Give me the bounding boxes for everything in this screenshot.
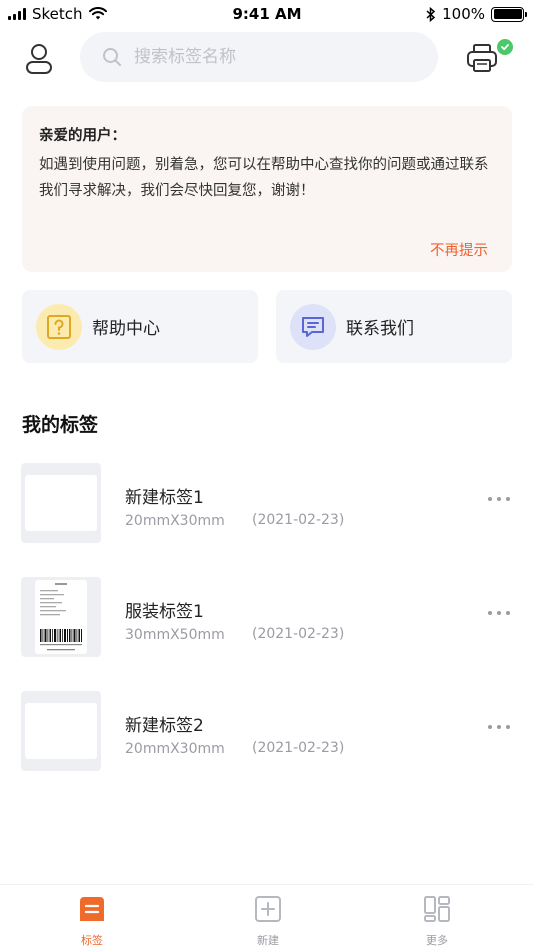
label-name: 新建标签2 bbox=[125, 716, 204, 736]
battery-percent: 100% bbox=[442, 5, 485, 23]
help-center-button[interactable]: 帮助中心 bbox=[22, 290, 258, 363]
label-thumbnail bbox=[21, 691, 101, 771]
tab-label: 更多 bbox=[426, 934, 448, 947]
top-bar bbox=[0, 28, 534, 88]
printer-icon[interactable] bbox=[464, 40, 500, 76]
section-title: 我的标签 bbox=[22, 414, 99, 436]
connected-check-icon bbox=[497, 39, 513, 55]
help-center-label: 帮助中心 bbox=[92, 319, 160, 339]
label-thumbnail bbox=[21, 577, 101, 657]
plus-square-icon bbox=[255, 896, 281, 922]
contact-us-label: 联系我们 bbox=[346, 319, 414, 339]
status-right: 100% bbox=[426, 5, 527, 23]
more-options-icon[interactable] bbox=[488, 611, 510, 615]
help-icon bbox=[36, 303, 82, 350]
label-date: (2021-02-23) bbox=[252, 512, 345, 528]
search-icon bbox=[103, 48, 121, 66]
grid-icon bbox=[424, 896, 450, 922]
tab-bar: 标签 新建 更多 bbox=[0, 884, 534, 950]
label-size: 30mmX50mm bbox=[125, 627, 225, 643]
tab-new[interactable]: 新建 bbox=[238, 895, 298, 948]
tab-label: 标签 bbox=[81, 934, 103, 947]
notice-card: 亲爱的用户： 如遇到使用问题，别着急，您可以在帮助中心查找你的问题或通过联系我们… bbox=[22, 106, 512, 272]
bluetooth-icon bbox=[426, 6, 436, 22]
tab-labels[interactable]: 标签 bbox=[62, 895, 122, 948]
search-input[interactable] bbox=[134, 47, 384, 67]
label-item[interactable]: 新建标签1 20mmX30mm (2021-02-23) bbox=[0, 463, 534, 545]
label-thumbnail bbox=[21, 463, 101, 543]
more-options-icon[interactable] bbox=[488, 725, 510, 729]
label-size: 20mmX30mm bbox=[125, 741, 225, 757]
notice-title: 亲爱的用户： bbox=[39, 128, 126, 144]
contact-us-button[interactable]: 联系我们 bbox=[276, 290, 512, 363]
label-name: 服装标签1 bbox=[125, 602, 204, 622]
label-size: 20mmX30mm bbox=[125, 513, 225, 529]
label-item[interactable]: 服装标签1 30mmX50mm (2021-02-23) bbox=[0, 577, 534, 659]
label-date: (2021-02-23) bbox=[252, 626, 345, 642]
tab-more[interactable]: 更多 bbox=[407, 895, 467, 948]
tab-label: 新建 bbox=[257, 934, 279, 947]
user-icon[interactable] bbox=[22, 42, 56, 76]
label-item[interactable]: 新建标签2 20mmX30mm (2021-02-23) bbox=[0, 691, 534, 773]
message-icon bbox=[290, 303, 336, 350]
status-bar: Sketch 9:41 AM 100% bbox=[0, 0, 534, 28]
search-bar[interactable] bbox=[80, 32, 438, 82]
more-options-icon[interactable] bbox=[488, 497, 510, 501]
label-icon bbox=[80, 897, 104, 921]
notice-body: 如遇到使用问题，别着急，您可以在帮助中心查找你的问题或通过联系我们寻求解决，我们… bbox=[39, 157, 489, 199]
label-date: (2021-02-23) bbox=[252, 740, 345, 756]
dismiss-link[interactable]: 不再提示 bbox=[430, 239, 488, 260]
label-name: 新建标签1 bbox=[125, 488, 204, 508]
battery-icon bbox=[491, 6, 527, 22]
barcode-tag-preview bbox=[35, 580, 87, 654]
